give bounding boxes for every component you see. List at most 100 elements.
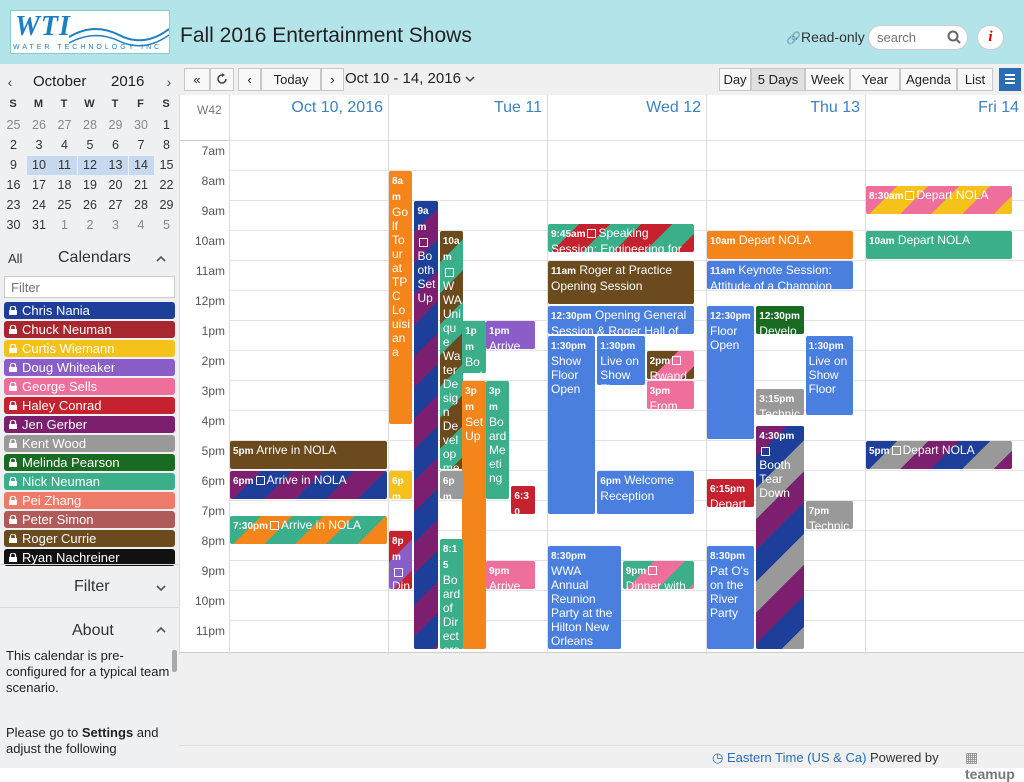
- mini-day[interactable]: 18: [52, 176, 77, 195]
- day-header[interactable]: Oct 10, 2016: [229, 99, 388, 117]
- mini-month-name[interactable]: October: [33, 73, 86, 90]
- calendar-event[interactable]: 1:30pm Show Floor Open: [548, 336, 596, 514]
- mini-day[interactable]: 17: [27, 176, 52, 195]
- timezone-link[interactable]: ◷ Eastern Time (US & Ca): [712, 750, 866, 766]
- calendar-event[interactable]: 3pm Set Up: [462, 381, 486, 649]
- calendar-filter-input[interactable]: [4, 276, 175, 298]
- calendar-item[interactable]: Chris Nania: [4, 302, 175, 319]
- prev-button[interactable]: ‹: [238, 68, 261, 91]
- menu-button[interactable]: [999, 68, 1021, 91]
- mini-day[interactable]: 7: [129, 136, 154, 155]
- calendar-item[interactable]: Curtis Wiemann: [4, 340, 175, 357]
- mini-day[interactable]: 23: [1, 196, 26, 215]
- mini-day[interactable]: 20: [103, 176, 128, 195]
- chevron-down-icon[interactable]: [155, 582, 167, 594]
- calendar-item[interactable]: Roger Currie: [4, 530, 175, 547]
- today-button[interactable]: Today: [261, 68, 321, 91]
- mini-day[interactable]: 28: [129, 196, 154, 215]
- mini-day[interactable]: 13: [103, 156, 128, 175]
- mini-day[interactable]: 2: [78, 216, 103, 235]
- calendar-event[interactable]: 5pm Depart NOLA: [866, 441, 1012, 469]
- calendar-event[interactable]: 7:30pm Arrive in NOLA: [230, 516, 387, 544]
- view-button-year[interactable]: Year: [850, 68, 900, 91]
- calendar-item[interactable]: Pei Zhang: [4, 492, 175, 509]
- mini-day[interactable]: 27: [103, 196, 128, 215]
- calendar-event[interactable]: 12:30pm Developer: [756, 306, 804, 334]
- mini-day[interactable]: 12: [77, 156, 103, 175]
- calendar-event[interactable]: 10am Depart NOLA: [707, 231, 853, 259]
- mini-day[interactable]: 8: [154, 136, 179, 155]
- mini-day[interactable]: 22: [154, 176, 179, 195]
- mini-day[interactable]: 21: [129, 176, 154, 195]
- teamup-logo[interactable]: ▦ teamup: [965, 749, 1024, 782]
- mini-day[interactable]: 16: [1, 176, 26, 195]
- calendar-item[interactable]: Peter Simon: [4, 511, 175, 528]
- chevron-up-icon[interactable]: [155, 624, 167, 636]
- calendar-event[interactable]: 9:45am Speaking Session: Engineering for: [548, 223, 694, 252]
- day-header[interactable]: Wed 12: [547, 99, 706, 117]
- mini-day[interactable]: 25: [1, 116, 26, 135]
- calendar-item[interactable]: Nick Neuman: [4, 473, 175, 490]
- calendar-item[interactable]: Doug Whiteaker: [4, 359, 175, 376]
- about-section-title[interactable]: About: [72, 622, 114, 640]
- info-button[interactable]: i: [977, 25, 1004, 50]
- mini-day[interactable]: 2: [1, 136, 26, 155]
- mini-day[interactable]: 10: [26, 156, 52, 175]
- mini-day[interactable]: 1: [52, 216, 77, 235]
- calendar-event[interactable]: 10am Depart NOLA: [866, 231, 1012, 259]
- day-header[interactable]: Tue 11: [388, 99, 547, 117]
- mini-day[interactable]: 30: [1, 216, 26, 235]
- mini-day[interactable]: 30: [129, 116, 154, 135]
- calendar-event[interactable]: 6pm NOLA: [439, 471, 464, 499]
- mini-day[interactable]: 26: [27, 116, 52, 135]
- calendar-event[interactable]: 6pm Arrive in NOLA: [230, 471, 387, 499]
- mini-day[interactable]: 11: [52, 156, 77, 175]
- calendar-event[interactable]: 8:15 Board of Directors: [439, 538, 464, 649]
- mini-day[interactable]: 19: [78, 176, 103, 195]
- mini-day[interactable]: 28: [78, 116, 103, 135]
- calendar-event[interactable]: 4:30pm Booth Tear Down: [756, 426, 804, 649]
- mini-day[interactable]: 4: [129, 216, 154, 235]
- calendar-event[interactable]: 3pm Board Meeting: [485, 381, 510, 499]
- calendar-item[interactable]: Melinda Pearson: [4, 454, 175, 471]
- calendar-event[interactable]: 6pm Welcome Reception: [597, 471, 694, 514]
- settings-link[interactable]: Settings: [82, 725, 133, 740]
- chevron-up-icon[interactable]: [155, 253, 167, 265]
- date-range-selector[interactable]: Oct 10 - 14, 2016: [345, 70, 475, 87]
- sidebar-scrollbar[interactable]: [172, 650, 177, 672]
- mini-day[interactable]: 9: [1, 156, 26, 175]
- calendar-event[interactable]: 10am WWA Unique Water Design Development …: [439, 231, 464, 469]
- calendar-event[interactable]: 1pm Arrive in NOLA: [485, 321, 535, 349]
- calendar-event[interactable]: 11am Roger at Practice Opening Session: [548, 261, 694, 304]
- mini-day[interactable]: 27: [52, 116, 77, 135]
- calendar-event[interactable]: 9am Booth Set Up: [414, 201, 438, 649]
- calendar-event[interactable]: 12:30pm Floor Open: [707, 306, 755, 439]
- calendar-event[interactable]: 2pm Rwanda: [646, 351, 694, 379]
- day-header[interactable]: Thu 13: [706, 99, 865, 117]
- mini-day[interactable]: 29: [103, 116, 128, 135]
- mini-day[interactable]: 29: [154, 196, 179, 215]
- calendar-event[interactable]: 6pm in: [389, 471, 413, 499]
- view-button-day[interactable]: Day: [719, 68, 751, 91]
- calendar-event[interactable]: 1:30pm Live on Show Floor: [597, 336, 645, 385]
- all-calendars-toggle[interactable]: All: [8, 251, 22, 266]
- calendar-event[interactable]: 3pm From Town: [646, 381, 694, 409]
- company-logo[interactable]: WTI WATER TECHNOLOGY INC: [10, 10, 170, 54]
- view-button-week[interactable]: Week: [805, 68, 850, 91]
- calendar-event[interactable]: 1:30pm Live on Show Floor: [805, 336, 853, 415]
- mini-day[interactable]: 6: [103, 136, 128, 155]
- mini-day[interactable]: 14: [128, 156, 154, 175]
- calendar-item[interactable]: Kent Wood: [4, 435, 175, 452]
- back-week-button[interactable]: «: [184, 68, 210, 91]
- calendar-event[interactable]: 5pm Arrive in NOLA: [230, 441, 387, 469]
- mini-next-month-button[interactable]: ›: [162, 74, 176, 90]
- mini-day[interactable]: 26: [78, 196, 103, 215]
- calendar-event[interactable]: 8:30pm WWA Annual Reunion Party at the H…: [548, 546, 621, 649]
- calendar-event[interactable]: 8pm Dinner with: [389, 531, 413, 589]
- calendar-event[interactable]: 12:30pm Opening General Session & Roger …: [548, 306, 694, 334]
- calendar-event[interactable]: 3:15pm Technical Committee: [756, 388, 804, 415]
- view-button-5-days[interactable]: 5 Days: [751, 68, 805, 91]
- search-icon[interactable]: [947, 30, 961, 44]
- mini-day[interactable]: 24: [27, 196, 52, 215]
- calendar-event[interactable]: 6:30: [511, 486, 535, 514]
